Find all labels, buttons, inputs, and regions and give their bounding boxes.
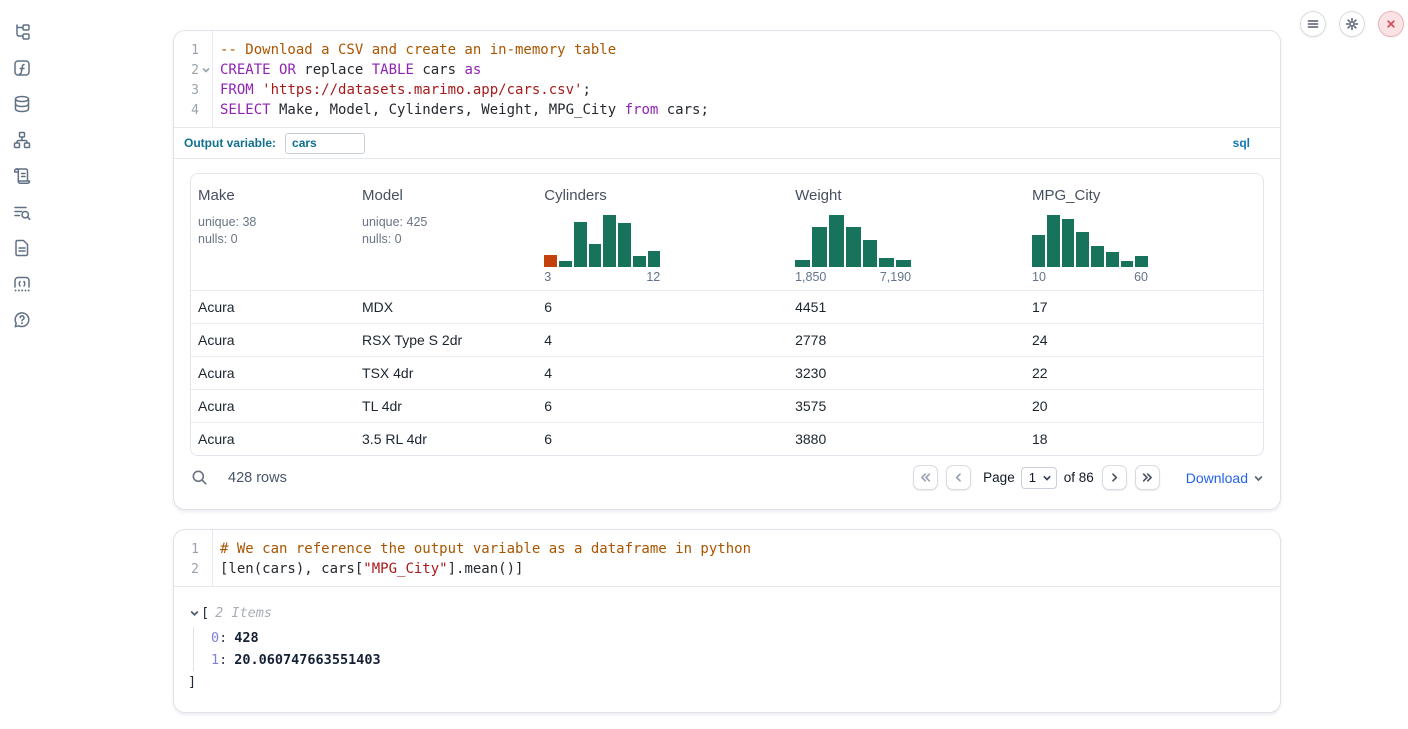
line-number: 2 — [177, 63, 199, 78]
code-line: 1 -- Download a CSV and create an in-mem… — [174, 40, 1280, 60]
collapse-toggle[interactable] — [188, 607, 200, 619]
line-number: 1 — [177, 43, 199, 58]
table-row: Acura RSX Type S 2dr 4 2778 24 — [191, 323, 1263, 356]
page-select[interactable]: 1 — [1021, 467, 1057, 489]
hamburger-menu-button[interactable] — [1300, 11, 1326, 37]
gutter-separator — [212, 31, 213, 127]
topbar — [1300, 11, 1404, 37]
chevrons-right-icon — [1141, 471, 1154, 484]
histogram-cylinders — [544, 215, 660, 267]
last-page-button[interactable] — [1135, 465, 1160, 490]
settings-button[interactable] — [1339, 11, 1365, 37]
close-bracket: ] — [188, 672, 1264, 692]
column-header-weight[interactable]: Weight 1,850 7,190 — [788, 174, 1025, 290]
list-item: 0:428 — [211, 627, 1264, 649]
chevron-right-icon — [1108, 471, 1121, 484]
close-icon — [1384, 17, 1398, 31]
column-header-make[interactable]: Make unique: 38 nulls: 0 — [191, 174, 355, 290]
table-row: Acura 3.5 RL 4dr 6 3880 18 — [191, 422, 1263, 455]
sidebar — [0, 0, 44, 729]
total-pages-label: of 86 — [1064, 470, 1094, 485]
nulls-stat: nulls: 0 — [198, 231, 348, 248]
data-table: Make unique: 38 nulls: 0 Model unique: 4… — [190, 173, 1264, 456]
hist-max-label: 12 — [646, 270, 660, 284]
chevron-down-icon — [1042, 473, 1052, 483]
table-output: Make unique: 38 nulls: 0 Model unique: 4… — [174, 159, 1280, 456]
hist-max-label: 7,190 — [880, 270, 911, 284]
table-footer: 428 rows Page 1 of 86 — [190, 456, 1264, 499]
hamburger-icon — [1306, 17, 1320, 31]
code-line: 4 SELECT Make, Model, Cylinders, Weight,… — [174, 100, 1280, 120]
chevron-left-icon — [952, 471, 965, 484]
chevrons-left-icon — [919, 471, 932, 484]
first-page-button[interactable] — [913, 465, 938, 490]
document-icon[interactable] — [11, 238, 33, 258]
chevron-down-icon — [1253, 473, 1264, 484]
prev-page-button[interactable] — [946, 465, 971, 490]
chevron-down-icon — [190, 609, 199, 618]
line-number: 2 — [177, 562, 199, 577]
help-icon[interactable] — [11, 310, 33, 330]
line-number: 1 — [177, 542, 199, 557]
language-badge: sql — [1233, 136, 1250, 150]
python-code-editor[interactable]: 1 # We can reference the output variable… — [174, 530, 1280, 586]
histogram-mpg-city — [1032, 215, 1148, 267]
download-button[interactable]: Download — [1186, 470, 1264, 486]
rows-count: 428 rows — [228, 470, 287, 486]
line-number: 3 — [177, 83, 199, 98]
scroll-icon[interactable] — [11, 166, 33, 186]
code-line: 2 CREATE OR replace TABLE cars as — [174, 60, 1280, 80]
unique-stat: unique: 425 — [362, 214, 530, 231]
open-bracket: [ — [201, 605, 209, 621]
hist-min-label: 3 — [544, 270, 551, 284]
search-button[interactable] — [190, 469, 208, 487]
close-button[interactable] — [1378, 11, 1404, 37]
table-row: Acura TL 4dr 6 3575 20 — [191, 389, 1263, 422]
hist-min-label: 10 — [1032, 270, 1046, 284]
column-header-mpg-city[interactable]: MPG_City 10 60 — [1025, 174, 1263, 290]
list-item: 1:20.060747663551403 — [211, 649, 1264, 671]
output-variable-input[interactable] — [285, 133, 365, 154]
code-line: 2 [len(cars), cars["MPG_City"].mean()] — [174, 559, 1280, 579]
hierarchy-icon[interactable] — [11, 130, 33, 150]
sql-cell: 1 -- Download a CSV and create an in-mem… — [173, 30, 1281, 510]
hist-min-label: 1,850 — [795, 270, 826, 284]
list-items: 0:428 1:20.060747663551403 — [193, 627, 1264, 671]
histogram-weight — [795, 215, 911, 267]
code-line: 1 # We can reference the output variable… — [174, 539, 1280, 559]
code-snippet-icon[interactable] — [11, 274, 33, 294]
sql-code-editor[interactable]: 1 -- Download a CSV and create an in-mem… — [174, 31, 1280, 127]
column-header-model[interactable]: Model unique: 425 nulls: 0 — [355, 174, 537, 290]
gear-icon — [1345, 17, 1359, 31]
column-header-cylinders[interactable]: Cylinders 3 12 — [537, 174, 788, 290]
output-variable-row: Output variable: sql — [174, 128, 1280, 158]
unique-stat: unique: 38 — [198, 214, 348, 231]
nulls-stat: nulls: 0 — [362, 231, 530, 248]
list-output: [ 2 Items 0:428 1:20.060747663551403 ] — [174, 587, 1280, 712]
code-line: 3 FROM 'https://datasets.marimo.app/cars… — [174, 80, 1280, 100]
table-row: Acura TSX 4dr 4 3230 22 — [191, 356, 1263, 389]
gutter-separator — [212, 530, 213, 586]
items-count: 2 Items — [215, 605, 272, 621]
search-list-icon[interactable] — [11, 202, 33, 222]
function-icon[interactable] — [11, 58, 33, 78]
page-label: Page — [983, 470, 1015, 485]
hist-max-label: 60 — [1134, 270, 1148, 284]
search-icon — [191, 469, 208, 486]
pagination: Page 1 of 86 Download — [905, 465, 1264, 490]
fold-chevron-icon[interactable] — [202, 66, 210, 74]
python-cell: 1 # We can reference the output variable… — [173, 529, 1281, 713]
output-variable-label: Output variable: — [184, 136, 276, 150]
file-tree-icon[interactable] — [11, 22, 33, 42]
line-number: 4 — [177, 103, 199, 118]
database-icon[interactable] — [11, 94, 33, 114]
next-page-button[interactable] — [1102, 465, 1127, 490]
table-row: Acura MDX 6 4451 17 — [191, 290, 1263, 323]
table-header: Make unique: 38 nulls: 0 Model unique: 4… — [191, 174, 1263, 290]
notebook: 1 -- Download a CSV and create an in-mem… — [173, 30, 1281, 713]
